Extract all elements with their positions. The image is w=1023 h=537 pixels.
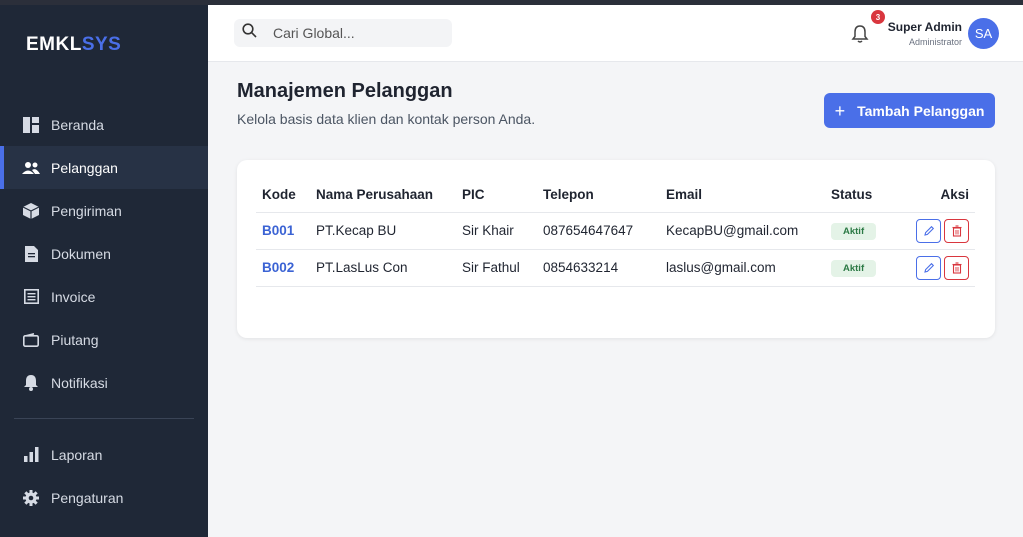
sidebar-item-label: Piutang xyxy=(51,331,99,348)
invoice-icon xyxy=(22,288,40,306)
email-address: KecapBU@gmail.com xyxy=(660,212,825,250)
sidebar-item-pelanggan[interactable]: Pelanggan xyxy=(0,146,208,189)
sidebar-item-label: Laporan xyxy=(51,446,103,463)
customer-code-link[interactable]: B002 xyxy=(256,249,310,287)
sidebar-item-dokumen[interactable]: Dokumen xyxy=(0,232,208,275)
search-icon xyxy=(242,23,257,43)
wallet-icon xyxy=(22,331,40,349)
pencil-icon xyxy=(923,262,934,273)
column-header-nama-perusahaan: Nama Perusahaan xyxy=(310,178,456,213)
sidebar-nav: Beranda Pelanggan Pengiriman Dokumen Inv… xyxy=(0,103,208,404)
sidebar-item-piutang[interactable]: Piutang xyxy=(0,318,208,361)
brand-part-2: SYS xyxy=(81,34,122,55)
edit-button[interactable] xyxy=(916,218,941,243)
sidebar-item-label: Pelanggan xyxy=(51,159,118,176)
dashboard-icon xyxy=(22,116,40,134)
table-row: B001 PT.Kecap BU Sir Khair 087654647647 … xyxy=(256,212,975,250)
page-subtitle: Kelola basis data klien dan kontak perso… xyxy=(237,111,536,127)
table-header-row: Kode Nama Perusahaan PIC Telepon Email S… xyxy=(256,178,975,213)
sidebar-item-laporan[interactable]: Laporan xyxy=(0,433,208,476)
sidebar-divider xyxy=(14,418,194,419)
column-header-pic: PIC xyxy=(456,178,537,213)
company-name: PT.Kecap BU xyxy=(310,212,456,250)
sidebar-item-beranda[interactable]: Beranda xyxy=(0,103,208,146)
pic-name: Sir Fathul xyxy=(456,249,537,287)
brand-part-1: EMKL xyxy=(26,34,82,55)
actions-cell xyxy=(903,249,975,287)
notification-bell-icon[interactable] xyxy=(851,24,869,44)
window-top-strip xyxy=(0,0,1023,5)
column-header-aksi: Aksi xyxy=(903,178,975,213)
phone-number: 087654647647 xyxy=(537,212,660,250)
customer-table: Kode Nama Perusahaan PIC Telepon Email S… xyxy=(256,178,975,287)
sidebar-item-label: Notifikasi xyxy=(51,374,108,391)
plus-icon: + xyxy=(834,100,846,121)
sidebar-item-label: Beranda xyxy=(51,116,104,133)
customer-code-link[interactable]: B001 xyxy=(256,212,310,250)
pencil-icon xyxy=(923,225,934,236)
email-address: laslus@gmail.com xyxy=(660,249,825,287)
company-name: PT.LasLus Con xyxy=(310,249,456,287)
column-header-kode: Kode xyxy=(256,178,310,213)
box-icon xyxy=(22,202,40,220)
sidebar-item-label: Dokumen xyxy=(51,245,111,262)
sidebar: EMKL SYS Beranda Pelanggan Pengiriman Dok… xyxy=(0,0,208,537)
customer-table-card: Kode Nama Perusahaan PIC Telepon Email S… xyxy=(237,160,995,338)
page-title: Manajemen Pelanggan xyxy=(237,80,453,102)
status-badge: Aktif xyxy=(831,222,877,240)
bell-icon xyxy=(22,374,40,392)
column-header-email: Email xyxy=(660,178,825,213)
delete-button[interactable] xyxy=(944,255,969,280)
users-icon xyxy=(22,159,40,177)
sidebar-item-pengiriman[interactable]: Pengiriman xyxy=(0,189,208,232)
status-badge: Aktif xyxy=(831,259,877,277)
top-header: 3 Super Admin Administrator SA xyxy=(208,5,1023,62)
table-row: B002 PT.LasLus Con Sir Fathul 0854633214… xyxy=(256,249,975,287)
add-customer-button[interactable]: + Tambah Pelanggan xyxy=(824,93,995,128)
trash-icon xyxy=(952,224,961,237)
edit-button[interactable] xyxy=(916,255,941,280)
delete-button[interactable] xyxy=(944,218,969,243)
search-input[interactable] xyxy=(273,25,433,41)
sidebar-item-label: Pengaturan xyxy=(51,489,124,506)
notification-count-badge: 3 xyxy=(871,10,885,24)
status-cell: Aktif xyxy=(825,212,903,250)
actions-cell xyxy=(903,212,975,250)
add-customer-label: Tambah Pelanggan xyxy=(857,102,985,119)
pic-name: Sir Khair xyxy=(456,212,537,250)
gear-icon xyxy=(22,489,40,507)
phone-number: 0854633214 xyxy=(537,249,660,287)
sidebar-item-notifikasi[interactable]: Notifikasi xyxy=(0,361,208,404)
sidebar-item-label: Pengiriman xyxy=(51,202,122,219)
sidebar-item-invoice[interactable]: Invoice xyxy=(0,275,208,318)
column-header-status: Status xyxy=(825,178,903,213)
status-cell: Aktif xyxy=(825,249,903,287)
avatar[interactable]: SA xyxy=(968,18,999,49)
document-icon xyxy=(22,245,40,263)
user-role: Administrator xyxy=(908,37,962,47)
trash-icon xyxy=(952,261,961,274)
user-name: Super Admin xyxy=(887,20,962,34)
brand-logo: EMKL SYS xyxy=(0,5,208,85)
chart-icon xyxy=(22,446,40,464)
column-header-telepon: Telepon xyxy=(537,178,660,213)
global-search[interactable] xyxy=(234,19,452,47)
sidebar-item-label: Invoice xyxy=(51,288,96,305)
sidebar-item-pengaturan[interactable]: Pengaturan xyxy=(0,476,208,519)
